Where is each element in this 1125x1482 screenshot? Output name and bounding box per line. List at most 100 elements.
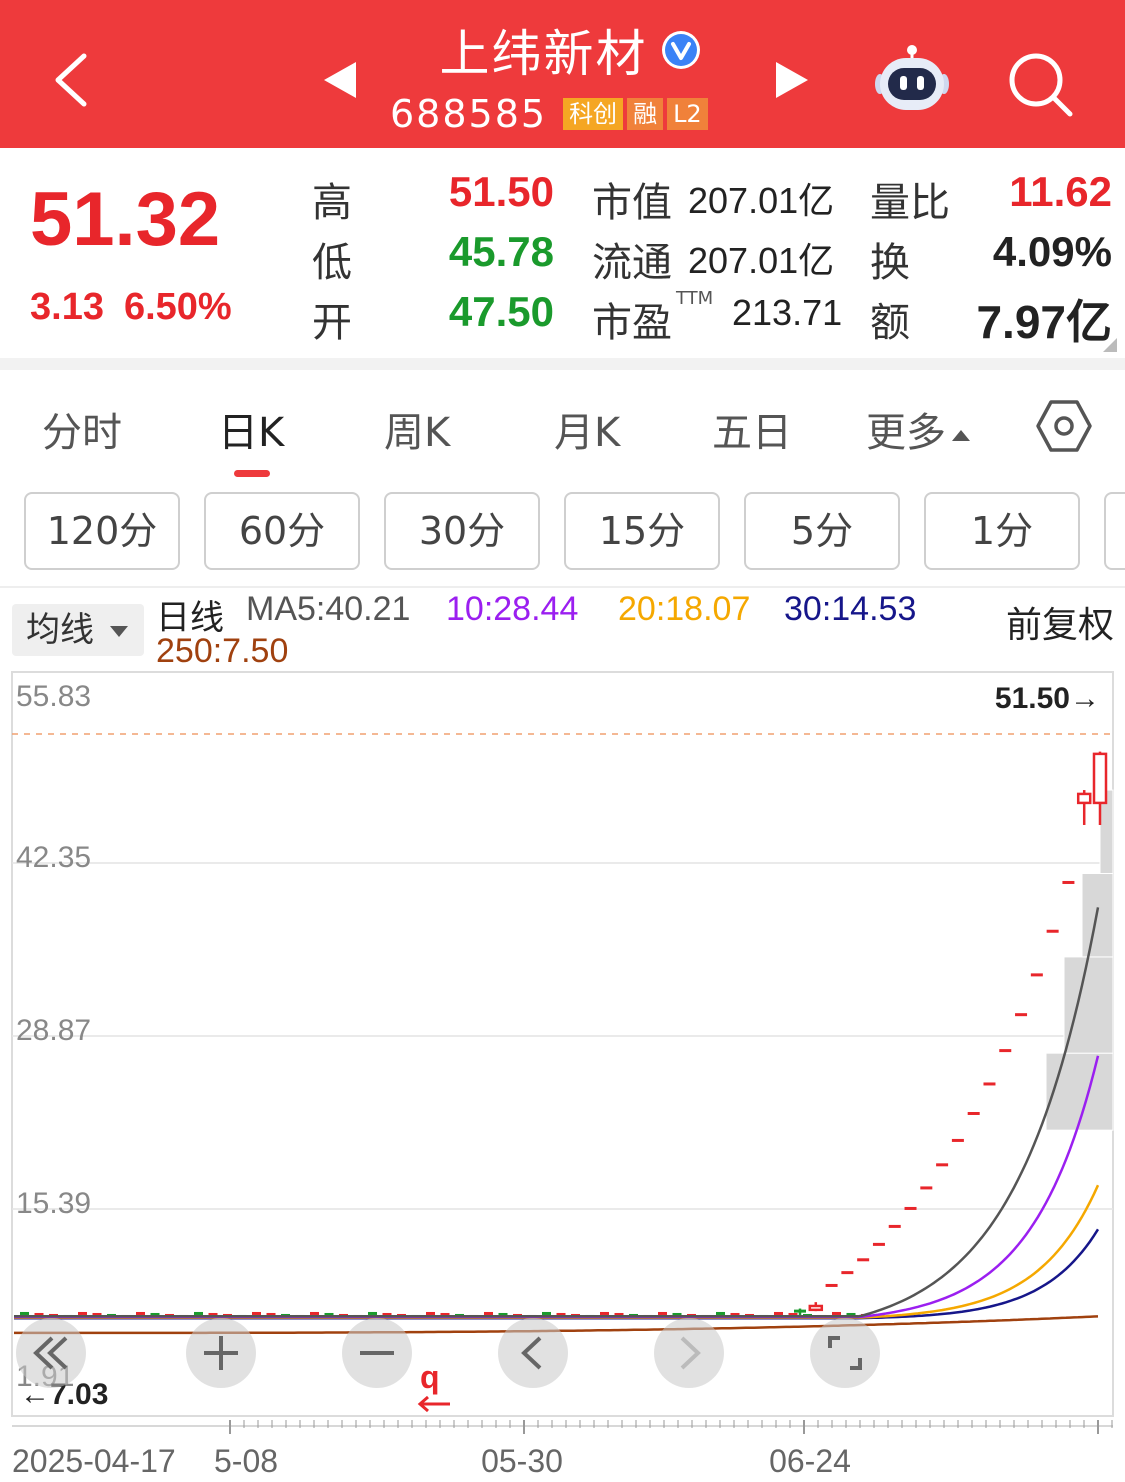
- tab-weekly-k[interactable]: 周K: [384, 400, 450, 458]
- stock-name: 上纬新材: [439, 25, 648, 83]
- period-tabs: 分时 日K 周K 月K 五日 更多: [0, 370, 1125, 480]
- prev-triangle-icon[interactable]: [320, 60, 360, 100]
- candle-body: [1092, 752, 1108, 805]
- pe-ttm-sup: TTM: [676, 288, 714, 309]
- float-label: 流通: [592, 240, 672, 286]
- candle-body: [808, 1304, 824, 1312]
- high-label: 高: [312, 180, 352, 226]
- x-axis-label: 06-24: [769, 1443, 851, 1479]
- zoom-out-icon: [360, 1351, 394, 1355]
- zoom-in-icon: [204, 1336, 238, 1370]
- tab-daily-k[interactable]: 日K: [218, 400, 284, 458]
- mcap-label: 市值: [592, 180, 672, 226]
- flat-candle: [368, 1311, 377, 1315]
- candle-body: [1076, 792, 1092, 805]
- stock-title: 上纬新材: [380, 14, 760, 86]
- badge-kechuang: 科创: [563, 98, 624, 130]
- interval-more-button[interactable]: [1104, 492, 1125, 570]
- open-value: 47.50: [448, 288, 554, 335]
- turnover-value: 4.09%: [992, 228, 1112, 275]
- scroll-left-button[interactable]: [16, 1318, 86, 1388]
- x-axis-label: 05-30: [481, 1443, 563, 1479]
- caret-up-icon: [952, 430, 970, 441]
- active-tab-indicator: [234, 470, 270, 477]
- quote-panel: 51.32 3.13 6.50% 高 低 开 51.50 45.78 47.50 …: [0, 148, 1125, 358]
- flat-candle: [194, 1311, 203, 1315]
- badge-level2: L2: [667, 98, 708, 130]
- interval-120m-button[interactable]: 120分: [24, 492, 180, 570]
- pe-value: 213.71: [732, 292, 843, 333]
- back-arrow-icon[interactable]: [48, 50, 98, 110]
- turnover-label: 换: [870, 240, 910, 286]
- tab-more-label: 更多: [866, 410, 946, 456]
- high-value: 51.50: [448, 168, 554, 215]
- open-label: 开: [312, 300, 352, 346]
- x-axis-label: 5-08: [214, 1443, 278, 1479]
- flat-candle: [658, 1311, 667, 1315]
- flat-candle: [600, 1311, 609, 1315]
- ma250-value: 250:7.50: [156, 632, 289, 670]
- flat-candle: [136, 1311, 145, 1315]
- amount-value: 7.97亿: [976, 296, 1112, 348]
- ma20-value: 20:18.07: [618, 590, 751, 628]
- ma10-value: 10:28.44: [446, 590, 579, 628]
- ma5-value: MA5:40.21: [246, 590, 411, 628]
- price-change: 3.13 6.50%: [30, 286, 252, 329]
- float-value: 207.01亿: [688, 240, 835, 281]
- svg-text:q: q: [420, 1359, 440, 1395]
- ma-select-label: 均线: [26, 610, 94, 650]
- flat-candle: [20, 1311, 29, 1315]
- scroll-left-icon: [33, 1336, 68, 1370]
- fullscreen-button[interactable]: [810, 1318, 880, 1388]
- y-axis-label: 55.83: [16, 680, 91, 713]
- flat-candle: [542, 1311, 551, 1315]
- ma30-value: 30:14.53: [784, 590, 917, 628]
- flat-candle: [426, 1311, 435, 1315]
- expand-corner-icon[interactable]: [1103, 338, 1117, 352]
- tab-monthly-k[interactable]: 月K: [554, 400, 620, 458]
- change-amount: 3.13: [30, 286, 104, 328]
- interval-30m-button[interactable]: 30分: [384, 492, 540, 570]
- flat-candle: [774, 1311, 783, 1315]
- vol-ratio-label: 量比: [870, 180, 950, 226]
- zoom-in-button[interactable]: [186, 1318, 256, 1388]
- mcap-value: 207.01亿: [688, 180, 835, 221]
- tab-more[interactable]: 更多: [866, 400, 972, 458]
- low-label: 低: [312, 240, 352, 286]
- settings-hexagon-icon[interactable]: [1036, 398, 1092, 454]
- change-percent: 6.50%: [123, 286, 232, 328]
- pan-left-icon: [521, 1336, 542, 1370]
- row-separator: [0, 586, 1125, 588]
- pe-label: 市盈: [592, 300, 672, 346]
- x-axis: 2025-04-17 5-08 05-30 06-24: [12, 1420, 1113, 1479]
- pan-right-icon: [680, 1336, 701, 1370]
- badge-margin: 融: [627, 98, 664, 130]
- vol-ratio-value: 11.62: [1009, 168, 1112, 215]
- fullscreen-icon: [828, 1336, 862, 1370]
- tab-five-day[interactable]: 五日: [712, 400, 792, 458]
- price-adjust-toggle[interactable]: 前复权: [1006, 596, 1114, 648]
- robot-assistant-icon[interactable]: [872, 44, 952, 116]
- tab-intraday[interactable]: 分时: [42, 400, 122, 458]
- interval-5m-button[interactable]: 5分: [744, 492, 900, 570]
- amount-label: 额: [870, 300, 910, 346]
- chart-frame: [11, 671, 1114, 1417]
- flat-candle: [78, 1311, 87, 1315]
- interval-60m-button[interactable]: 60分: [204, 492, 360, 570]
- section-divider: [0, 358, 1125, 370]
- interval-1m-button[interactable]: 1分: [924, 492, 1080, 570]
- pan-right-button[interactable]: [654, 1318, 724, 1388]
- y-axis-label: 15.39: [16, 1187, 91, 1220]
- search-icon[interactable]: [1004, 48, 1076, 120]
- x-axis-label: 2025-04-17: [12, 1443, 176, 1479]
- pan-left-button[interactable]: [498, 1318, 568, 1388]
- verified-icon: [661, 31, 700, 69]
- volume-block: [1063, 956, 1114, 1054]
- interval-15m-button[interactable]: 15分: [564, 492, 720, 570]
- max-price-marker: 51.50→: [995, 682, 1100, 715]
- next-triangle-icon[interactable]: [772, 60, 812, 100]
- ma-type-select[interactable]: 均线: [12, 604, 144, 656]
- y-axis-label: 28.87: [16, 1014, 91, 1047]
- zoom-out-button[interactable]: [342, 1318, 412, 1388]
- flat-candle: [310, 1311, 319, 1315]
